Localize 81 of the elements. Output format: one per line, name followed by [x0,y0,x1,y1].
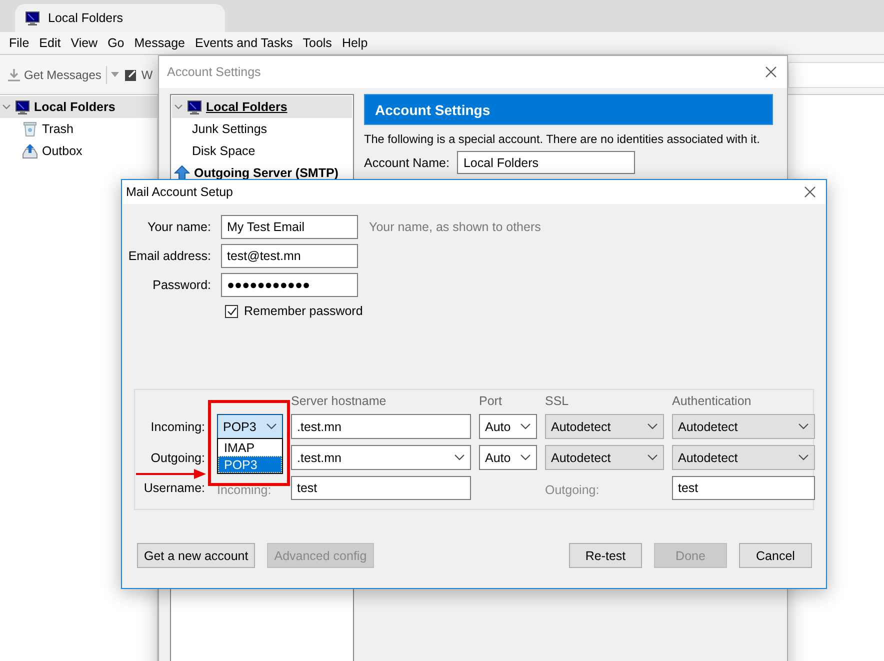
dropdown-option[interactable]: POP3 [218,456,282,473]
chevron-icon [647,454,658,461]
account-name-field[interactable]: Local Folders [457,151,636,174]
column-header: SSL [545,395,570,408]
chevron-icon [454,454,465,461]
close-icon[interactable] [804,186,816,198]
dialog-title: Mail Account Setup [126,185,234,199]
row-label: Incoming: [150,420,206,434]
close-icon[interactable] [765,66,777,78]
computer-icon [187,100,202,114]
field-label: Account Name: [364,156,450,170]
trash-icon [22,121,38,137]
tree-item[interactable]: Local Folders [172,96,352,118]
folder-item[interactable]: Local Folders [0,96,157,118]
menu-item[interactable]: Events and Tasks [190,36,298,50]
port-select[interactable]: Auto [479,445,537,470]
hint-text: Your name, as shown to others [369,220,542,234]
field-label: Password: [152,278,211,292]
row-label: Username: [142,481,206,495]
hostname-select[interactable]: .test.mn [291,445,471,470]
chevron-icon [520,423,531,430]
toolbar-button[interactable]: W [123,66,154,82]
port-select[interactable]: Auto [479,414,537,439]
tree-item[interactable]: Disk Space [172,140,352,162]
tab-title: Local Folders [48,11,124,25]
app-tab[interactable]: Local Folders [15,4,225,32]
field-label: Your name: [146,220,211,234]
computer-icon [15,100,30,114]
ssl-select[interactable]: Autodetect [545,414,664,439]
ssl-select[interactable]: Autodetect [545,445,664,470]
menu-item[interactable]: Go [102,36,130,50]
chevron-icon [798,454,809,461]
checkbox[interactable] [225,304,238,318]
row-label: Outgoing: [150,450,206,464]
username-field[interactable]: test [672,476,815,500]
input-field[interactable]: ●●●●●●●●●●● [221,273,358,297]
upload-icon [174,165,190,181]
hostname-field[interactable]: .test.mn [291,414,471,439]
checkbox-label: Remember password [244,304,363,318]
chevron-icon [647,423,658,430]
tree-item[interactable]: Junk Settings [172,118,352,140]
tree-item[interactable]: Outgoing Server (SMTP) [172,162,352,184]
chevron-icon [266,423,277,430]
dialog-button[interactable]: Cancel [739,543,812,568]
outbox-icon [22,143,38,159]
menu-item[interactable]: View [66,36,103,50]
column-header: Authentication [672,395,752,408]
auth-select[interactable]: Autodetect [672,414,815,439]
menu-item[interactable]: Message [129,36,190,50]
menu-item[interactable]: Tools [298,36,337,50]
section-heading: Account Settings [364,94,773,125]
input-field[interactable]: test@test.mn [221,244,358,268]
username-field[interactable]: test [291,476,471,500]
field-label: Incoming: [217,483,272,499]
column-header: Server hostname [291,395,388,408]
chevron-icon [798,423,809,430]
window-title: Account Settings [167,65,261,79]
folder-item[interactable]: Outbox [0,140,157,162]
computer-icon [25,10,40,26]
chevron-icon [520,454,531,461]
field-label: Email address: [127,249,211,263]
annotation-arrow [136,468,208,480]
menu-item[interactable]: Edit [34,36,66,50]
input-field[interactable]: My Test Email [221,215,358,239]
column-header: Port [479,395,503,408]
pencil-icon [124,68,138,82]
search-field[interactable] [788,62,884,88]
description-text: The following is a special account. There are no identities associated with it. [364,132,761,146]
folder-item[interactable]: Trash [0,118,157,140]
toolbar-button[interactable]: Get Messages [6,66,102,82]
field-label: Outgoing: [545,483,600,499]
download-icon [7,68,21,82]
expander-icon[interactable] [2,104,11,110]
menu-item[interactable]: Help [336,36,373,50]
expander-icon[interactable] [174,104,183,110]
menu-item[interactable]: File [4,36,34,50]
auth-select[interactable]: Autodetect [672,445,815,470]
dialog-button[interactable]: Get a new account [137,543,256,568]
dialog-button[interactable]: Re-test [569,543,642,568]
protocol-select[interactable]: POP3 [217,414,283,439]
dropdown-icon[interactable] [111,72,120,77]
